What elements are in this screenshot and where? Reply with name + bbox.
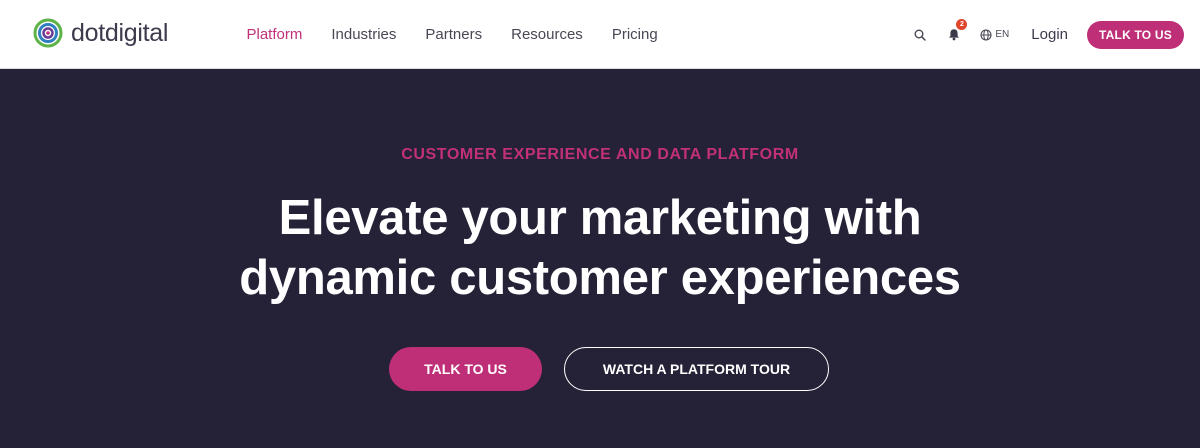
hero-eyebrow: CUSTOMER EXPERIENCE AND DATA PLATFORM bbox=[401, 146, 799, 163]
language-label: EN bbox=[995, 29, 1010, 40]
search-button[interactable] bbox=[914, 29, 927, 41]
hero-section: CUSTOMER EXPERIENCE AND DATA PLATFORM El… bbox=[0, 69, 1200, 448]
nav-item-pricing[interactable]: Pricing bbox=[597, 26, 672, 43]
nav-item-platform[interactable]: Platform bbox=[232, 26, 317, 43]
watch-platform-tour-button[interactable]: WATCH A PLATFORM TOUR bbox=[564, 347, 829, 391]
language-selector[interactable]: EN bbox=[980, 28, 1010, 41]
hero-headline-line2: dynamic customer experiences bbox=[239, 251, 961, 305]
notification-count-badge: 2 bbox=[956, 19, 968, 30]
nav-item-industries[interactable]: Industries bbox=[317, 26, 411, 43]
search-icon bbox=[914, 29, 927, 41]
utility-bar: 2 EN Login TALK TO US bbox=[914, 0, 1184, 69]
hero-headline: Elevate your marketing with dynamic cust… bbox=[0, 188, 1200, 308]
nav-item-partners[interactable]: Partners bbox=[411, 26, 497, 43]
hero-cta-group: TALK TO US WATCH A PLATFORM TOUR bbox=[389, 347, 829, 391]
login-link[interactable]: Login bbox=[1031, 26, 1068, 43]
bell-icon bbox=[949, 29, 960, 41]
talk-to-us-button[interactable]: TALK TO US bbox=[389, 347, 542, 391]
logo-mark-icon bbox=[33, 18, 63, 48]
talk-to-us-header-button[interactable]: TALK TO US bbox=[1087, 20, 1184, 49]
logo-wordmark: dotdigital bbox=[71, 18, 169, 47]
site-header: dotdigital Platform Industries Partners … bbox=[0, 0, 1200, 69]
nav-item-resources[interactable]: Resources bbox=[497, 26, 598, 43]
dotdigital-logo[interactable]: dotdigital bbox=[33, 18, 168, 48]
globe-icon bbox=[980, 28, 992, 41]
notifications-button[interactable]: 2 bbox=[948, 19, 968, 41]
hero-headline-line1: Elevate your marketing with bbox=[278, 191, 922, 245]
main-nav: Platform Industries Partners Resources P… bbox=[232, 0, 672, 69]
